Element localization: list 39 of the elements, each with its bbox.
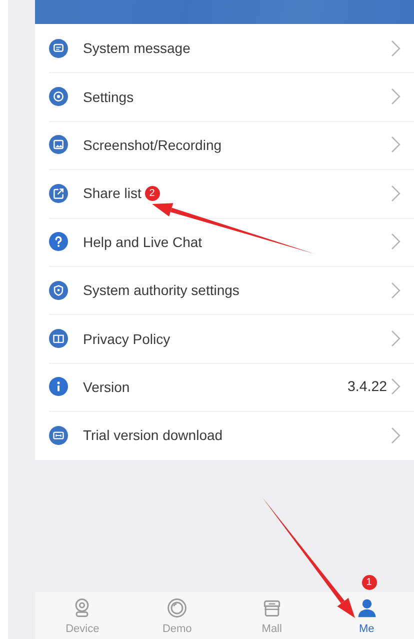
chevron-right-icon (391, 136, 401, 154)
message-icon (49, 38, 68, 58)
person-icon (356, 597, 378, 619)
tab[interactable]: Me (319, 592, 414, 639)
window-icon (49, 426, 68, 445)
menu-item[interactable]: Trial version download (35, 411, 414, 460)
menu-item[interactable]: Screenshot/Recording (35, 120, 414, 170)
info-icon (49, 377, 68, 396)
menu-label: Version (83, 378, 130, 395)
lens-icon (166, 597, 188, 619)
menu-item[interactable]: Privacy Policy (35, 314, 414, 363)
menu-label: Privacy Policy (83, 330, 170, 347)
menu-item[interactable]: System message (35, 24, 414, 72)
chevron-right-icon (391, 282, 401, 299)
chevron-right-icon (391, 88, 401, 106)
book-icon (49, 329, 68, 348)
version-number: 3.4.22 (348, 378, 387, 395)
chevron-right-icon (391, 233, 401, 250)
help-icon (49, 232, 68, 252)
target-icon (49, 87, 68, 106)
chevron-right-icon (391, 330, 401, 348)
menu-label: Screenshot/Recording (83, 136, 222, 153)
menu-label: Share list (83, 185, 142, 202)
shield-icon (49, 280, 68, 300)
menu-label: Help and Live Chat (83, 234, 202, 250)
chevron-right-icon (391, 426, 401, 444)
menu-item[interactable]: Help and Live Chat (35, 218, 414, 266)
menu-label: System authority settings (83, 282, 240, 298)
menu-label: System message (83, 40, 190, 56)
menu-label: Trial version download (83, 427, 223, 444)
menu-item[interactable]: Version 3.4.22 (35, 362, 414, 412)
share-icon (49, 184, 68, 203)
image-icon (49, 135, 68, 154)
menu-item[interactable]: Settings (35, 72, 414, 121)
menu-label: Settings (83, 88, 134, 105)
chevron-right-icon (391, 184, 401, 202)
chevron-right-icon (391, 378, 401, 396)
chevron-right-icon (391, 40, 401, 57)
menu-item[interactable]: System authority settings (35, 266, 414, 314)
